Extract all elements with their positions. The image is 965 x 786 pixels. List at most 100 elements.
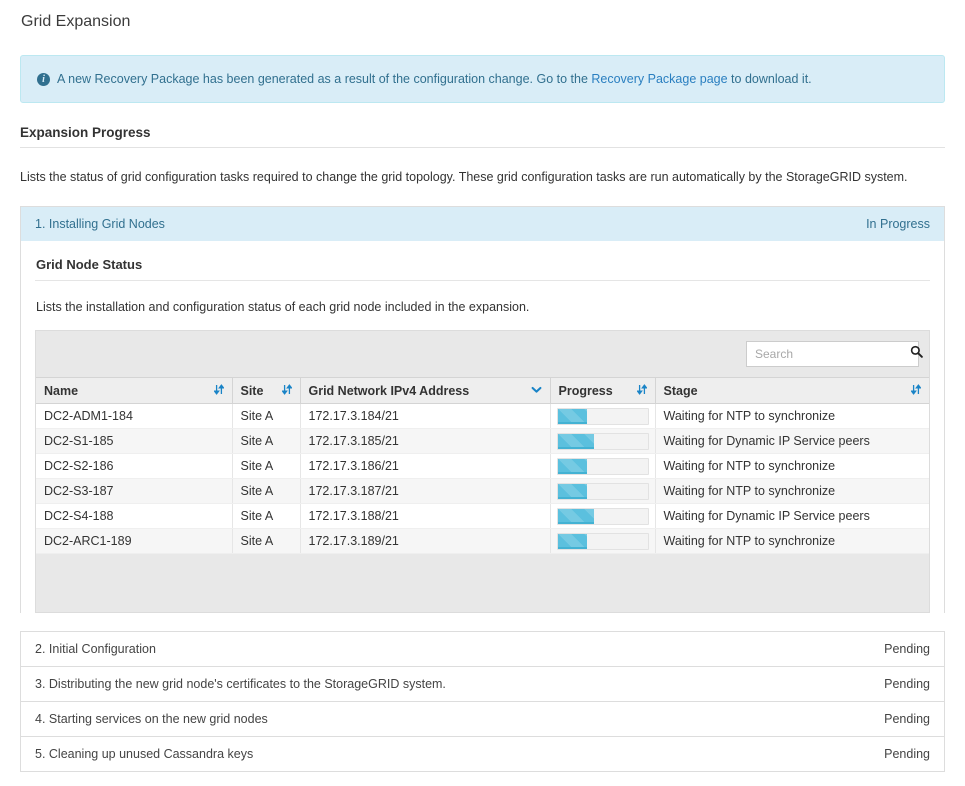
table-row[interactable]: DC2-ARC1-189 Site A 172.17.3.189/21 Wait…	[36, 529, 929, 554]
cell-stage: Waiting for NTP to synchronize	[655, 404, 929, 429]
search-icon[interactable]	[910, 345, 923, 363]
sort-both-icon[interactable]	[911, 384, 921, 398]
cell-stage: Waiting for NTP to synchronize	[655, 529, 929, 554]
table-row[interactable]: DC2-S3-187 Site A 172.17.3.187/21 Waitin…	[36, 479, 929, 504]
cell-ip: 172.17.3.184/21	[300, 404, 550, 429]
column-label: Progress	[559, 384, 613, 398]
step-label: 1. Installing Grid Nodes	[35, 217, 165, 231]
table-row[interactable]: DC2-S4-188 Site A 172.17.3.188/21 Waitin…	[36, 504, 929, 529]
step-header-starting-services[interactable]: 4. Starting services on the new grid nod…	[21, 702, 944, 736]
grid-expansion-page: Grid Expansion i A new Recovery Package …	[0, 0, 965, 772]
step-label: 2. Initial Configuration	[35, 642, 156, 656]
cell-progress	[550, 429, 655, 454]
step-panel-initial-configuration: 2. Initial Configuration Pending	[20, 631, 945, 666]
alert-message: A new Recovery Package has been generate…	[57, 71, 812, 87]
grid-node-status-table-widget: Name	[35, 330, 930, 613]
page-title: Grid Expansion	[20, 0, 945, 32]
cell-name: DC2-S1-185	[36, 429, 232, 454]
step-panel-installing-grid-nodes: 1. Installing Grid Nodes In Progress Gri…	[20, 206, 945, 613]
cell-ip: 172.17.3.189/21	[300, 529, 550, 554]
cell-name: DC2-S2-186	[36, 454, 232, 479]
step-label: 5. Cleaning up unused Cassandra keys	[35, 747, 253, 761]
step-status: Pending	[884, 642, 930, 656]
cell-stage: Waiting for Dynamic IP Service peers	[655, 504, 929, 529]
table-header-row: Name	[36, 378, 929, 404]
cell-site: Site A	[232, 529, 300, 554]
grid-node-status-description: Lists the installation and configuration…	[35, 281, 930, 314]
column-label: Stage	[664, 384, 698, 398]
column-label: Grid Network IPv4 Address	[309, 384, 470, 398]
table-row[interactable]: DC2-S2-186 Site A 172.17.3.186/21 Waitin…	[36, 454, 929, 479]
expansion-progress-description: Lists the status of grid configuration t…	[20, 169, 945, 185]
step-label: 4. Starting services on the new grid nod…	[35, 712, 268, 726]
step-status: Pending	[884, 712, 930, 726]
progress-bar-fill	[558, 534, 588, 549]
progress-bar	[557, 433, 649, 450]
grid-node-status-table: Name	[36, 377, 929, 554]
cell-site: Site A	[232, 404, 300, 429]
progress-bar-fill	[558, 459, 588, 474]
sort-both-icon[interactable]	[637, 384, 647, 398]
step-header-cleaning-cassandra-keys[interactable]: 5. Cleaning up unused Cassandra keys Pen…	[21, 737, 944, 771]
step-header-distributing-certificates[interactable]: 3. Distributing the new grid node's cert…	[21, 667, 944, 701]
step-panel-starting-services: 4. Starting services on the new grid nod…	[20, 701, 945, 736]
progress-bar-fill	[558, 434, 595, 449]
step-status: Pending	[884, 677, 930, 691]
step-header-initial-configuration[interactable]: 2. Initial Configuration Pending	[21, 632, 944, 666]
info-circle-icon: i	[37, 73, 50, 86]
alert-text-after: to download it.	[728, 72, 812, 86]
column-header-stage[interactable]: Stage	[655, 378, 929, 404]
step-header-installing-grid-nodes[interactable]: 1. Installing Grid Nodes In Progress	[21, 207, 944, 241]
progress-bar	[557, 408, 649, 425]
cell-progress	[550, 504, 655, 529]
expansion-progress-heading: Expansion Progress	[20, 125, 945, 148]
cell-name: DC2-S3-187	[36, 479, 232, 504]
cell-progress	[550, 479, 655, 504]
search-box[interactable]	[746, 341, 919, 367]
cell-ip: 172.17.3.187/21	[300, 479, 550, 504]
progress-bar-fill	[558, 409, 588, 424]
expansion-steps-accordion: 1. Installing Grid Nodes In Progress Gri…	[20, 206, 945, 772]
cell-site: Site A	[232, 454, 300, 479]
search-input[interactable]	[755, 347, 910, 361]
cell-stage: Waiting for NTP to synchronize	[655, 479, 929, 504]
step-panel-cleaning-cassandra-keys: 5. Cleaning up unused Cassandra keys Pen…	[20, 736, 945, 772]
progress-bar	[557, 458, 649, 475]
table-row[interactable]: DC2-S1-185 Site A 172.17.3.185/21 Waitin…	[36, 429, 929, 454]
step-status: Pending	[884, 747, 930, 761]
cell-name: DC2-S4-188	[36, 504, 232, 529]
cell-progress	[550, 529, 655, 554]
table-footer	[36, 554, 929, 612]
cell-ip: 172.17.3.188/21	[300, 504, 550, 529]
cell-progress	[550, 454, 655, 479]
column-header-grid-network-ipv4-address[interactable]: Grid Network IPv4 Address	[300, 378, 550, 404]
cell-progress	[550, 404, 655, 429]
recovery-package-page-link[interactable]: Recovery Package page	[591, 72, 727, 86]
chevron-down-icon[interactable]	[531, 384, 542, 398]
sort-both-icon[interactable]	[282, 384, 292, 398]
cell-site: Site A	[232, 479, 300, 504]
cell-site: Site A	[232, 429, 300, 454]
step-status: In Progress	[866, 217, 930, 231]
column-header-progress[interactable]: Progress	[550, 378, 655, 404]
progress-bar	[557, 508, 649, 525]
step-panel-distributing-certificates: 3. Distributing the new grid node's cert…	[20, 666, 945, 701]
progress-bar	[557, 533, 649, 550]
sort-both-icon[interactable]	[214, 384, 224, 398]
progress-bar-fill	[558, 484, 588, 499]
step-body-installing-grid-nodes: Grid Node Status Lists the installation …	[21, 241, 944, 613]
cell-stage: Waiting for NTP to synchronize	[655, 454, 929, 479]
cell-name: DC2-ARC1-189	[36, 529, 232, 554]
cell-site: Site A	[232, 504, 300, 529]
table-toolbar	[36, 331, 929, 377]
cell-name: DC2-ADM1-184	[36, 404, 232, 429]
column-header-site[interactable]: Site	[232, 378, 300, 404]
table-row[interactable]: DC2-ADM1-184 Site A 172.17.3.184/21 Wait…	[36, 404, 929, 429]
recovery-package-alert: i A new Recovery Package has been genera…	[20, 55, 945, 103]
step-label: 3. Distributing the new grid node's cert…	[35, 677, 446, 691]
column-label: Name	[44, 384, 78, 398]
cell-stage: Waiting for Dynamic IP Service peers	[655, 429, 929, 454]
progress-bar-fill	[558, 509, 595, 524]
alert-text-before: A new Recovery Package has been generate…	[57, 72, 591, 86]
column-header-name[interactable]: Name	[36, 378, 232, 404]
